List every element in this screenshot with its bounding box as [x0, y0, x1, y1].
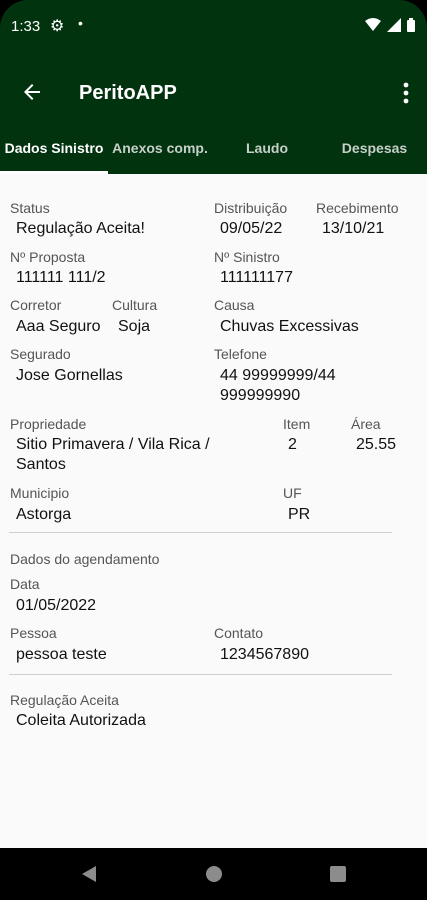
- recebimento-value: 13/10/21: [322, 220, 385, 237]
- agendamento-section-title: Dados do agendamento: [10, 551, 160, 567]
- tab-label: Anexos comp.: [112, 140, 208, 156]
- tab-laudo[interactable]: Laudo: [212, 128, 322, 174]
- propriedade-value-line1: Sitio Primavera / Vila Rica /: [16, 436, 210, 453]
- tab-label: Laudo: [246, 140, 288, 156]
- claim-details: Status Regulação Aceita! Distribuição 09…: [0, 174, 427, 848]
- distribuicao-value: 09/05/22: [220, 220, 283, 237]
- app-title: PeritoAPP: [79, 82, 177, 104]
- wifi-icon: [365, 18, 381, 31]
- status-time: 1:33: [11, 18, 41, 35]
- proposta-label: Nº Proposta: [10, 249, 86, 265]
- app-bar: PeritoAPP: [0, 62, 427, 128]
- battery-icon: [407, 18, 415, 32]
- tab-label: Despesas: [341, 140, 408, 156]
- data-value: 01/05/2022: [16, 597, 97, 614]
- tab-despesas[interactable]: Despesas: [322, 128, 427, 174]
- status-bar: 1:33 ⚙ •: [0, 0, 427, 62]
- uf-value: PR: [288, 506, 311, 523]
- system-icons: [365, 18, 415, 32]
- segurado-label: Segurado: [10, 346, 71, 362]
- telefone-value-line2: 999999990: [220, 387, 301, 404]
- more-vert-icon[interactable]: [401, 81, 411, 105]
- tab-dados-sinistro[interactable]: Dados Sinistro: [0, 128, 108, 174]
- regulacao-label: Regulação Aceita: [10, 692, 119, 708]
- system-nav-bar: [0, 848, 427, 900]
- recebimento-label: Recebimento: [316, 200, 399, 216]
- contato-value: 1234567890: [220, 646, 309, 663]
- signal-icon: [387, 18, 401, 32]
- nav-home-icon[interactable]: [205, 865, 223, 883]
- back-arrow-icon[interactable]: [20, 80, 44, 104]
- settings-gear-icon: ⚙: [50, 18, 65, 35]
- causa-label: Causa: [214, 297, 255, 313]
- notification-dot-icon: •: [78, 15, 83, 31]
- cultura-value: Soja: [118, 318, 151, 335]
- divider: [9, 674, 392, 675]
- municipio-label: Municipio: [10, 485, 70, 501]
- nav-back-icon[interactable]: [82, 866, 96, 882]
- proposta-value: 111111 111/2: [16, 269, 106, 286]
- divider: [9, 532, 392, 533]
- phone-screen: 1:33 ⚙ • PeritoAPP Dados Sinistro Anexos…: [0, 0, 427, 900]
- corretor-value: Aaa Seguro: [16, 318, 101, 335]
- corretor-label: Corretor: [10, 297, 62, 313]
- contato-label: Contato: [214, 625, 264, 641]
- status-label: Status: [10, 200, 50, 216]
- telefone-label: Telefone: [214, 346, 267, 362]
- area-value: 25.55: [356, 436, 397, 453]
- causa-value: Chuvas Excessivas: [220, 318, 359, 335]
- municipio-value: Astorga: [16, 506, 72, 523]
- sinistro-label: Nº Sinistro: [214, 249, 280, 265]
- nav-recents-icon[interactable]: [330, 866, 346, 882]
- area-label: Área: [351, 416, 381, 432]
- tab-bar: Dados Sinistro Anexos comp. Laudo Despes…: [0, 128, 427, 174]
- tab-anexos[interactable]: Anexos comp.: [108, 128, 212, 174]
- pessoa-label: Pessoa: [10, 625, 57, 641]
- uf-label: UF: [283, 485, 302, 501]
- cultura-label: Cultura: [112, 297, 158, 313]
- propriedade-label: Propriedade: [10, 416, 87, 432]
- telefone-value-line1: 44 99999999/44: [220, 367, 336, 384]
- distribuicao-label: Distribuição: [214, 200, 288, 216]
- item-value: 2: [288, 436, 297, 453]
- segurado-value: Jose Gornellas: [16, 367, 123, 384]
- tab-label: Dados Sinistro: [4, 140, 104, 156]
- pessoa-value: pessoa teste: [16, 646, 107, 663]
- data-label: Data: [10, 576, 40, 592]
- sinistro-value: 111111177: [220, 269, 293, 286]
- propriedade-value-line2: Santos: [16, 456, 66, 473]
- item-label: Item: [283, 416, 311, 432]
- regulacao-value: Coleita Autorizada: [16, 712, 146, 729]
- status-value: Regulação Aceita!: [16, 220, 145, 237]
